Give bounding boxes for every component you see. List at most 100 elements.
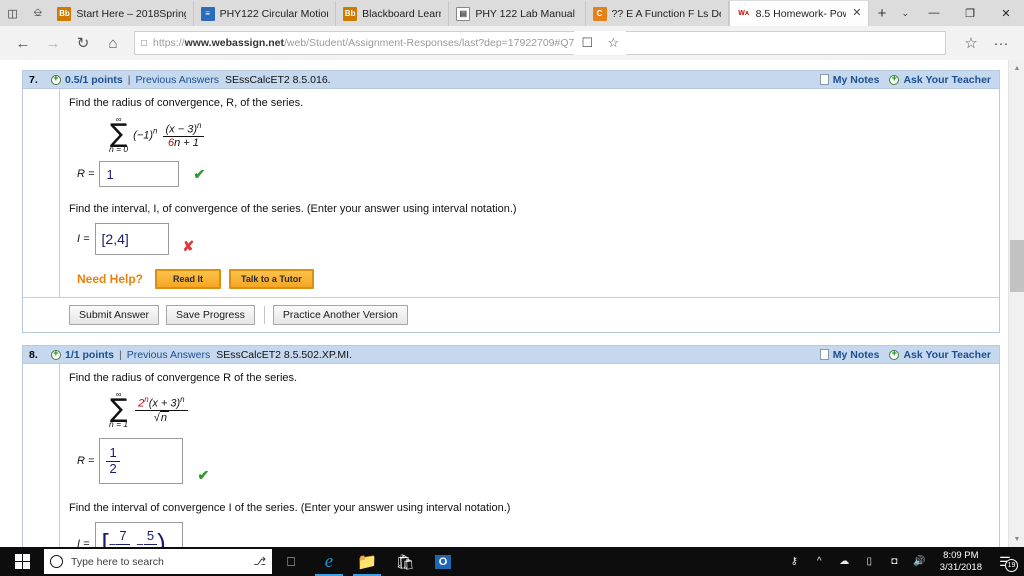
close-window-button[interactable]: ✕: [988, 0, 1024, 26]
my-notes-link[interactable]: My Notes: [833, 349, 880, 361]
close-bracket: ): [157, 528, 166, 547]
refresh-icon[interactable]: ↻: [68, 29, 98, 57]
battery-icon[interactable]: ▯: [857, 547, 882, 576]
restore-tabs-icon[interactable]: ◫: [0, 0, 25, 26]
open-bracket: [: [101, 528, 109, 547]
previous-answers-link[interactable]: Previous Answers: [127, 349, 210, 361]
windows-taskbar: Type here to search ⎇ ⎕ e 📁 🛍 O ⚷ ^ ☁ ▯ …: [0, 547, 1024, 576]
minimize-button[interactable]: —: [916, 0, 952, 26]
browser-tab-0[interactable]: Bb Start Here – 2018Spring: [50, 1, 194, 26]
radius-input[interactable]: 1: [99, 161, 180, 187]
notification-center-button[interactable]: ☰ 19: [990, 547, 1020, 576]
taskbar-app-outlook[interactable]: O: [424, 547, 462, 576]
task-view-icon: ⎕: [287, 553, 295, 569]
chrome-right-actions: ☆ ···: [956, 29, 1016, 57]
radius-fraction: 1 2: [106, 445, 120, 476]
points-status-icon: [51, 348, 61, 360]
footer-divider: [263, 306, 265, 324]
interval-answer-row: I = [ − 7 2 , − 5 2 ): [77, 522, 999, 547]
interval-label: I =: [77, 538, 90, 547]
question-footer: Submit Answer Save Progress Practice Ano…: [23, 297, 999, 332]
ask-your-teacher-link[interactable]: Ask Your Teacher: [903, 74, 991, 86]
browser-tab-2[interactable]: Bb Blackboard Learn: [336, 1, 450, 26]
browser-tab-3[interactable]: ▤ PHY 122 Lab Manual -: [449, 1, 586, 26]
series-term: 2n(x + 3)n √n: [133, 395, 189, 425]
radius-input[interactable]: 1 2: [99, 438, 184, 484]
question-code: SEssCalcET2 8.5.502.XP.MI.: [216, 348, 352, 361]
microphone-icon[interactable]: ⎇: [253, 555, 266, 568]
question-number: 7.: [29, 73, 38, 86]
sign-factor: (−1): [133, 128, 154, 141]
taskbar-app-file-explorer[interactable]: 📁: [348, 547, 386, 576]
back-icon[interactable]: ←: [8, 29, 38, 57]
series-expression: ∞ ∑ n = 1 2n(x + 3)n √n: [109, 390, 999, 430]
scroll-down-arrow[interactable]: ▼: [1009, 531, 1024, 547]
store-bag-icon: 🛍: [395, 553, 415, 571]
ask-your-teacher-link[interactable]: Ask Your Teacher: [903, 349, 991, 361]
search-placeholder: Type here to search: [71, 555, 164, 568]
hub-icon[interactable]: ☆: [956, 29, 986, 57]
address-bar[interactable]: □ https://www.webassign.net/web/Student/…: [134, 31, 946, 55]
sum-lower-limit: n = 0: [109, 144, 129, 155]
browser-tab-label: PHY122 Circular Motion: [219, 7, 329, 20]
document-icon: ≡: [200, 6, 215, 21]
forward-icon[interactable]: →: [38, 29, 68, 57]
interval-upper-sign: −: [136, 536, 144, 548]
wifi-icon[interactable]: ◘: [882, 547, 907, 576]
reading-view-icon[interactable]: ☐: [574, 32, 600, 54]
maximize-button[interactable]: ❐: [952, 0, 988, 26]
search-input[interactable]: Type here to search ⎇: [44, 549, 272, 574]
radius-label: R =: [77, 168, 95, 180]
talk-to-tutor-button[interactable]: Talk to a Tutor: [229, 269, 314, 289]
practice-another-version-button[interactable]: Practice Another Version: [272, 305, 408, 325]
question-prompt-interval: Find the interval, I, of convergence of …: [69, 203, 517, 215]
chevron-down-icon[interactable]: ⌄: [895, 1, 916, 26]
previous-answers-link[interactable]: Previous Answers: [136, 74, 219, 86]
show-hidden-icons-chevron-icon[interactable]: ^: [807, 547, 832, 576]
task-view-button[interactable]: ⎕: [272, 547, 310, 576]
fraction-numerator: 1: [106, 445, 120, 462]
favorites-star-icon[interactable]: ☆: [600, 32, 626, 54]
summation-symbol: ∞ ∑ n = 1: [109, 391, 128, 429]
taskbar-app-edge[interactable]: e: [310, 547, 348, 576]
sign-exponent: n: [153, 126, 158, 136]
interval-answer-row: I = [2,4] ✘: [77, 223, 999, 255]
save-progress-button[interactable]: Save Progress: [166, 305, 255, 325]
interval-input[interactable]: [ − 7 2 , − 5 2 ): [94, 522, 183, 548]
my-notes-link[interactable]: My Notes: [833, 74, 880, 86]
submit-answer-button[interactable]: Submit Answer: [69, 305, 160, 325]
page-content: 7. 0.5/1 points | Previous Answers SEssC…: [0, 60, 1008, 547]
folder-icon: 📁: [357, 553, 377, 571]
page-scrollbar[interactable]: ▲ ▼: [1008, 60, 1024, 547]
browser-tab-5[interactable]: WA 8.5 Homework- Pow ✕: [728, 1, 870, 26]
taskbar-app-microsoft-store[interactable]: 🛍: [386, 547, 424, 576]
question-header-actions: My Notes Ask Your Teacher: [819, 348, 993, 361]
onedrive-cloud-icon[interactable]: ☁: [832, 547, 857, 576]
interval-input[interactable]: [2,4]: [94, 223, 169, 255]
series-fraction: (x − 3)n 6n + 1: [162, 121, 205, 150]
scrollbar-thumb[interactable]: [1010, 240, 1024, 292]
system-tray: ⚷ ^ ☁ ▯ ◘ 🔊 8:09 PM 3/31/2018 ☰ 19: [782, 547, 1024, 576]
close-tab-icon[interactable]: ✕: [852, 8, 861, 19]
browser-tab-4[interactable]: C ?? E A Function F Ls De: [585, 1, 729, 26]
navigation-bar: ← → ↻ ⌂ □ https://www.webassign.net/web/…: [0, 26, 1024, 60]
question-header-actions: My Notes Ask Your Teacher: [819, 73, 993, 86]
fraction-denominator: √n: [153, 411, 169, 425]
start-button[interactable]: [0, 547, 44, 576]
people-icon[interactable]: ⚷: [782, 547, 807, 576]
settings-more-icon[interactable]: ···: [986, 29, 1016, 57]
home-icon[interactable]: ⌂: [98, 29, 128, 57]
new-tab-button[interactable]: +: [869, 1, 894, 26]
volume-icon[interactable]: 🔊: [907, 547, 932, 576]
sum-lower-limit: n = 1: [109, 419, 129, 430]
blackboard-icon: Bb: [57, 6, 72, 21]
browser-tab-1[interactable]: ≡ PHY122 Circular Motion: [193, 1, 337, 26]
clock[interactable]: 8:09 PM 3/31/2018: [932, 550, 990, 574]
question-prompt-interval: Find the interval of convergence I of th…: [69, 502, 511, 514]
points-status-icon: [51, 73, 61, 85]
read-it-button[interactable]: Read It: [155, 269, 222, 289]
radius-label: R =: [77, 455, 95, 467]
set-tabs-aside-icon[interactable]: ⎒: [25, 0, 50, 26]
scroll-up-arrow[interactable]: ▲: [1009, 60, 1024, 76]
tab-strip: ◫ ⎒ Bb Start Here – 2018Spring ≡ PHY122 …: [0, 0, 1024, 26]
